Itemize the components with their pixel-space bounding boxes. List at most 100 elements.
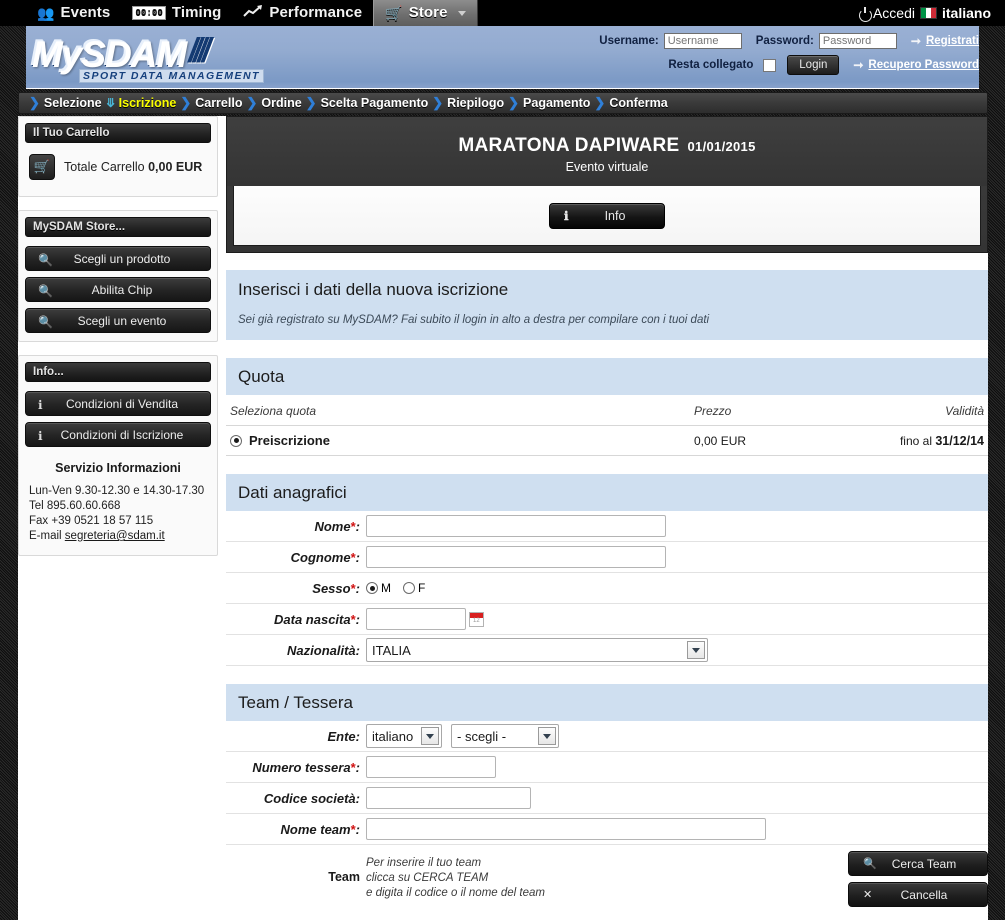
sidebar-service-tel: Tel 895.60.60.668 <box>29 500 121 512</box>
team-note-line-3: e digita il codice o il nome del team <box>366 887 545 899</box>
breadcrumb-step-selezione[interactable]: ❯ Selezione <box>25 92 102 114</box>
sidebar-panel-store: MySDAM Store... 🔍 Scegli un prodotto 🔍 A… <box>18 210 218 342</box>
chevron-right-icon: ❯ <box>508 95 520 110</box>
chevron-right-icon: ❯ <box>305 95 317 110</box>
nome-team-input[interactable] <box>366 818 766 840</box>
sidebar-service-fax: Fax +39 0521 18 57 115 <box>29 515 154 527</box>
sidebar-button-abilita-chip-label: Abilita Chip <box>91 282 153 297</box>
breadcrumb: ❯ Selezione ⤋ Iscrizione ❯ Carrello ❯ Or… <box>18 92 988 114</box>
ente-select[interactable]: italiano <box>366 724 442 748</box>
recover-password-link[interactable]: Recupero Password <box>868 59 979 71</box>
quota-table-header: Seleziona quota Prezzo Validità <box>226 395 988 426</box>
required-marker: * <box>350 611 356 627</box>
sidebar-button-abilita-chip[interactable]: 🔍 Abilita Chip <box>25 277 211 302</box>
breadcrumb-step-ordine[interactable]: ❯ Ordine <box>242 92 301 114</box>
sidebar-button-scegli-evento-label: Scegli un evento <box>77 313 167 328</box>
breadcrumb-step-scelta-pagamento[interactable]: ❯ Scelta Pagamento <box>302 92 429 114</box>
breadcrumb-step-iscrizione[interactable]: ⤋ Iscrizione <box>102 92 177 114</box>
people-icon: 👥 <box>37 4 55 21</box>
quota-radio-preiscrizione[interactable] <box>230 434 242 447</box>
breadcrumb-step-conferma[interactable]: ❯ Conferma <box>590 92 667 114</box>
event-date: 01/01/2015 <box>687 139 756 154</box>
cognome-label: Cognome <box>290 549 351 565</box>
arrow-right-icon-recover: ➞ <box>853 58 864 72</box>
top-nav-right: Accedi italiano <box>858 0 991 26</box>
tessera-label-wrap: Numero tessera*: <box>252 759 360 775</box>
field-row-numero-tessera: Numero tessera*: <box>226 752 988 783</box>
cancella-button[interactable]: ✕ Cancella <box>848 882 988 907</box>
intro-hint: Sei già registrato su MySDAM? Fai subito… <box>238 314 710 326</box>
top-nav-timing[interactable]: 00:00 Timing <box>121 0 232 26</box>
quota-header-price: Prezzo <box>694 404 732 418</box>
sesso-option-m[interactable]: M <box>366 581 391 595</box>
info-button[interactable]: ℹ Info <box>549 202 665 229</box>
content-area: Il Tuo Carrello 🛒 Totale Carrello 0,00 E… <box>18 116 988 920</box>
top-navigation-bar: 👥 Events 00:00 Timing Performance 🛒 Stor… <box>0 0 1005 26</box>
field-row-ente: Ente: italiano - scegli - <box>226 721 988 752</box>
arrow-right-icon-register: ➞ <box>910 34 921 48</box>
sesso-option-f[interactable]: F <box>403 581 425 595</box>
team-help-row: Team Per inserire il tuo team clicca su … <box>226 845 988 917</box>
mysdam-logo[interactable]: MySDAM //// SPORT DATA MANAGEMENT <box>31 32 296 83</box>
top-nav-events[interactable]: 👥 Events <box>26 0 121 26</box>
sidebar-button-scegli-prodotto[interactable]: 🔍 Scegli un prodotto <box>25 246 211 271</box>
sidebar-service-email-link[interactable]: segreteria@sdam.it <box>65 530 165 542</box>
breadcrumb-label-iscrizione: Iscrizione <box>118 96 177 110</box>
numero-tessera-input[interactable] <box>366 756 496 778</box>
top-nav-performance[interactable]: Performance <box>232 0 373 26</box>
nazionalita-select[interactable]: ITALIA <box>366 638 708 662</box>
breadcrumb-step-carrello[interactable]: ❯ Carrello <box>176 92 242 114</box>
sesso-radio-m[interactable] <box>366 582 378 594</box>
field-row-nazionalita: Nazionalità: ITALIA <box>226 635 988 666</box>
event-info-bar: ℹ Info <box>233 186 981 246</box>
breadcrumb-step-pagamento[interactable]: ❯ Pagamento <box>504 92 590 114</box>
chevron-double-down-icon: ⤋ <box>105 96 116 110</box>
sidebar-button-condizioni-vendita[interactable]: ℹ Condizioni di Vendita <box>25 391 211 416</box>
register-link[interactable]: Registrati <box>926 35 979 47</box>
cerca-team-button[interactable]: 🔍 Cerca Team <box>848 851 988 876</box>
quota-header-name: Seleziona quota <box>230 404 317 418</box>
language-selector[interactable]: italiano <box>942 5 991 21</box>
nome-input[interactable] <box>366 515 666 537</box>
sidebar-service-info: Servizio Informazioni Lun-Ven 9.30-12.30… <box>25 453 211 547</box>
field-row-nome: Nome*: <box>226 511 988 542</box>
table-row[interactable]: Preiscrizione 0,00 EUR fino al 31/12/14 <box>226 426 988 456</box>
data-nascita-input[interactable] <box>366 608 466 630</box>
top-nav-store-label: Store <box>408 4 448 21</box>
top-nav-store[interactable]: 🛒 Store <box>373 0 478 26</box>
info-icon: ℹ <box>564 208 569 223</box>
breadcrumb-label-riepilogo: Riepilogo <box>447 96 505 110</box>
quota-header-validity: Validità <box>945 404 984 418</box>
accedi-button[interactable]: Accedi <box>858 5 915 22</box>
cart-icon: 🛒 <box>385 4 403 21</box>
sidebar-service-hours: Lun-Ven 9.30-12.30 e 14.30-17.30 <box>29 485 205 497</box>
anagrafici-section-header: Dati anagrafici <box>226 474 988 511</box>
username-input[interactable] <box>663 33 742 49</box>
remember-me-checkbox[interactable] <box>763 58 777 72</box>
team-section-header: Team / Tessera <box>226 684 988 721</box>
sidebar-button-scegli-evento[interactable]: 🔍 Scegli un evento <box>25 308 211 333</box>
cognome-input[interactable] <box>366 546 666 568</box>
event-subtitle: Evento virtuale <box>565 160 649 174</box>
breadcrumb-label-ordine: Ordine <box>261 96 302 110</box>
quota-row-name: Preiscrizione <box>249 433 330 448</box>
password-input[interactable] <box>818 33 897 49</box>
sidebar-button-condizioni-iscrizione[interactable]: ℹ Condizioni di Iscrizione <box>25 422 211 447</box>
chevron-right-icon: ❯ <box>246 95 258 110</box>
sesso-radio-f[interactable] <box>403 582 415 594</box>
sidebar-service-title: Servizio Informazioni <box>55 461 181 475</box>
codice-societa-input[interactable] <box>366 787 531 809</box>
main-column: MARATONA DAPIWARE 01/01/2015 Evento virtu… <box>226 116 988 917</box>
required-marker: * <box>350 759 356 775</box>
sidebar-store-title: MySDAM Store... <box>25 217 211 237</box>
sidebar-info-title: Info... <box>25 362 211 382</box>
calendar-icon[interactable] <box>469 611 484 627</box>
data-nascita-label: Data nascita <box>274 611 351 627</box>
sidebar-cart-total-row: 🛒 Totale Carrello 0,00 EUR <box>25 152 211 188</box>
team-instructions: Per inserire il tuo team clicca su CERCA… <box>366 851 848 901</box>
ente-label-wrap: Ente: <box>327 728 360 744</box>
login-button[interactable]: Login <box>787 55 840 75</box>
info-icon: ℹ <box>38 397 43 412</box>
breadcrumb-step-riepilogo[interactable]: ❯ Riepilogo <box>428 92 504 114</box>
ente-scegli-select[interactable]: - scegli - <box>451 724 559 748</box>
